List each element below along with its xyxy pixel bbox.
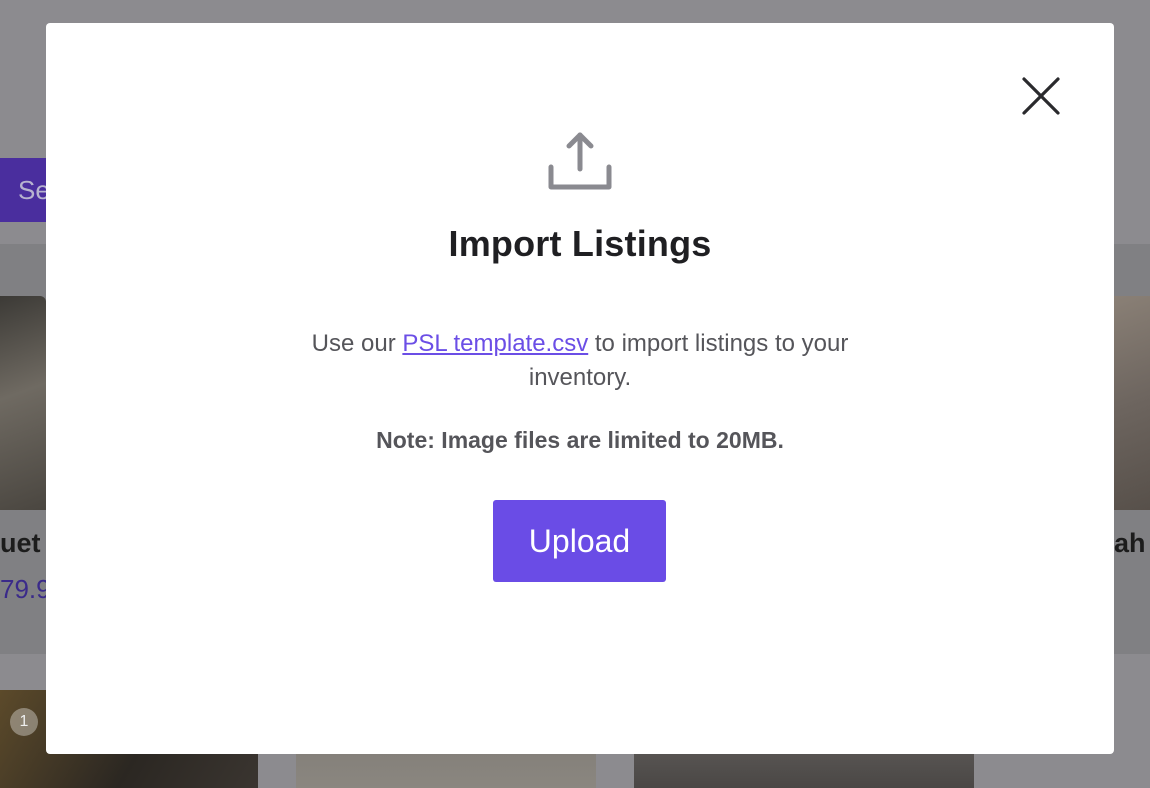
listing-badge: 1: [10, 708, 38, 736]
listing-price-left: 79.9: [0, 574, 51, 604]
listing-thumbnail-right: [1114, 296, 1150, 510]
upload-button[interactable]: Upload: [493, 500, 666, 582]
upload-icon: [548, 132, 612, 190]
listing-title-right: ah: [1114, 528, 1146, 558]
description-prefix: Use our: [311, 330, 403, 357]
close-icon: [1022, 77, 1060, 115]
listing-title-left: uet: [0, 528, 41, 558]
close-button[interactable]: [1020, 75, 1062, 117]
import-listings-modal: Import Listings Use our PSL template.csv…: [46, 23, 1114, 754]
modal-title: Import Listings: [448, 223, 712, 264]
file-size-note: Note: Image files are limited to 20MB.: [376, 427, 784, 453]
template-link[interactable]: PSL template.csv: [402, 330, 588, 357]
listing-thumbnail-left: [0, 296, 46, 510]
modal-description: Use our PSL template.csv to import listi…: [280, 327, 880, 395]
